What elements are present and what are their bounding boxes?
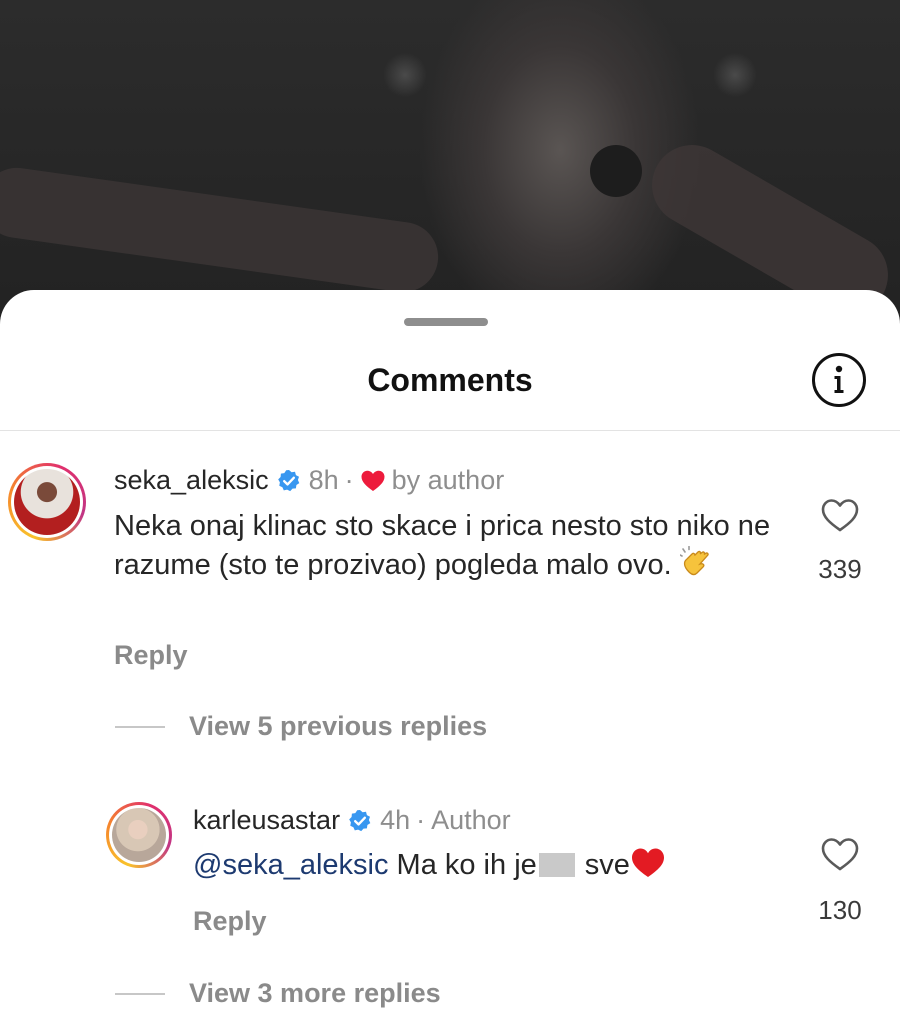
comments-sheet: Comments seka_aleksic 8h · by author Nek… [0, 290, 900, 1027]
reply-body-end: sve [584, 849, 630, 881]
info-button[interactable] [812, 353, 866, 407]
view-previous-replies-label: View 5 previous replies [189, 711, 488, 741]
reply-text: @seka_aleksic Ma ko ih je sve [193, 846, 753, 885]
reply-button[interactable]: Reply [114, 640, 188, 671]
view-previous-replies-button[interactable]: View 5 previous replies [115, 711, 487, 742]
view-more-replies-label: View 3 more replies [189, 978, 441, 1008]
view-more-replies-button[interactable]: View 3 more replies [115, 978, 441, 1009]
sheet-title: Comments [367, 362, 533, 398]
thread-line [115, 725, 165, 728]
video-background [0, 0, 900, 330]
reply-meta: karleusastar 4h · Author [193, 805, 511, 836]
meta-separator: · [416, 805, 426, 835]
heart-filled-icon [361, 470, 385, 491]
username-link[interactable]: seka_aleksic [114, 465, 269, 496]
header-divider [0, 430, 900, 431]
liked-by-author-label: by author [391, 465, 505, 495]
avatar-image [14, 469, 80, 535]
sheet-drag-handle[interactable] [404, 318, 488, 326]
comment-timestamp: 8h [308, 465, 339, 495]
verified-badge-icon [277, 469, 299, 491]
censored-text-block [538, 853, 575, 877]
verified-badge-icon [349, 809, 371, 831]
reply-button[interactable]: Reply [193, 906, 267, 937]
video-background-microphone [590, 145, 642, 197]
like-count: 130 [818, 895, 862, 925]
info-circle-icon [834, 365, 844, 393]
comment-meta: seka_aleksic 8h · by author [114, 465, 504, 496]
username-link[interactable]: karleusastar [193, 805, 340, 836]
heart-outline-icon[interactable] [820, 836, 860, 872]
avatar[interactable] [106, 802, 172, 868]
reply-timestamp: 4h [380, 805, 411, 835]
avatar-image [112, 808, 166, 862]
meta-separator: · [344, 465, 354, 495]
reply-body-start: Ma ko ih je [396, 849, 537, 881]
comment-body: Neka onaj klinac sto skace i prica nesto… [114, 510, 771, 581]
author-badge: Author [431, 805, 511, 835]
like-count: 339 [818, 554, 862, 584]
avatar[interactable] [8, 463, 86, 541]
thread-line [115, 992, 165, 995]
red-heart-emoji-icon [631, 848, 664, 877]
heart-outline-icon[interactable] [820, 497, 860, 533]
comment-text: Neka onaj klinac sto skace i prica nesto… [114, 507, 784, 585]
mention-link[interactable]: @seka_aleksic [193, 849, 388, 881]
clapping-hands-emoji-icon [679, 546, 709, 576]
